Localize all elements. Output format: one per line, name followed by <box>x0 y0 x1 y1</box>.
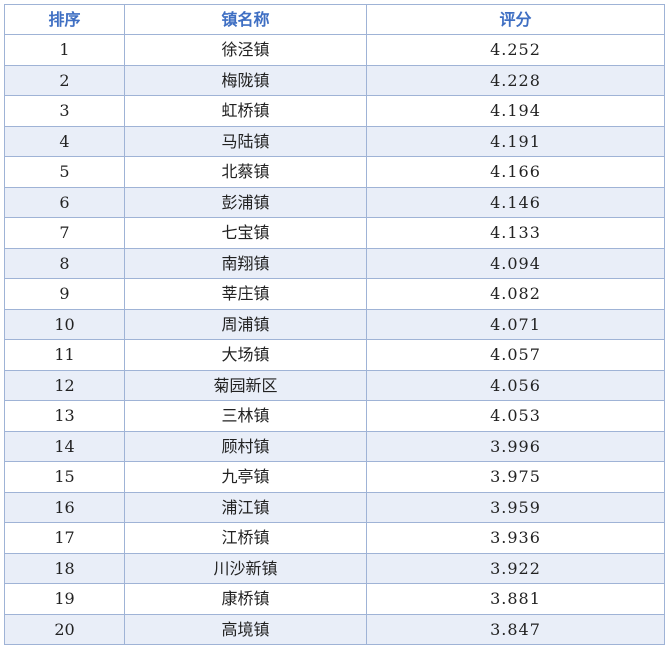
table-row: 17 江桥镇 3.936 <box>4 522 665 554</box>
cell-rank: 5 <box>4 156 125 188</box>
cell-rank: 11 <box>4 339 125 371</box>
cell-town-name: 徐泾镇 <box>124 34 367 66</box>
cell-town-name: 大场镇 <box>124 339 367 371</box>
cell-score: 4.133 <box>366 217 665 249</box>
cell-score: 4.194 <box>366 95 665 127</box>
cell-score: 3.996 <box>366 430 665 462</box>
cell-town-name: 虹桥镇 <box>124 95 367 127</box>
header-row: 排序 镇名称 评分 <box>4 4 665 35</box>
cell-score: 4.191 <box>366 125 665 157</box>
cell-rank: 2 <box>4 64 125 96</box>
cell-town-name: 江桥镇 <box>124 522 367 554</box>
cell-rank: 13 <box>4 400 125 432</box>
cell-rank: 8 <box>4 247 125 279</box>
table-row: 3 虹桥镇 4.194 <box>4 95 665 127</box>
cell-rank: 3 <box>4 95 125 127</box>
cell-score: 4.053 <box>366 400 665 432</box>
cell-rank: 16 <box>4 491 125 523</box>
table-row: 19 康桥镇 3.881 <box>4 583 665 615</box>
table-row: 9 莘庄镇 4.082 <box>4 278 665 310</box>
cell-score: 4.082 <box>366 278 665 310</box>
table-row: 5 北蔡镇 4.166 <box>4 156 665 188</box>
cell-score: 3.922 <box>366 552 665 584</box>
cell-score: 4.094 <box>366 247 665 279</box>
column-header-rank: 排序 <box>4 4 125 35</box>
cell-town-name: 浦江镇 <box>124 491 367 523</box>
cell-rank: 12 <box>4 369 125 401</box>
table-row: 8 南翔镇 4.094 <box>4 247 665 279</box>
cell-rank: 19 <box>4 583 125 615</box>
cell-town-name: 菊园新区 <box>124 369 367 401</box>
table-row: 4 马陆镇 4.191 <box>4 125 665 157</box>
cell-rank: 15 <box>4 461 125 493</box>
cell-town-name: 康桥镇 <box>124 583 367 615</box>
cell-town-name: 梅陇镇 <box>124 64 367 96</box>
cell-score: 3.881 <box>366 583 665 615</box>
cell-town-name: 彭浦镇 <box>124 186 367 218</box>
cell-town-name: 南翔镇 <box>124 247 367 279</box>
table-row: 12 菊园新区 4.056 <box>4 369 665 401</box>
cell-town-name: 川沙新镇 <box>124 552 367 584</box>
cell-town-name: 高境镇 <box>124 613 367 645</box>
cell-town-name: 周浦镇 <box>124 308 367 340</box>
cell-rank: 1 <box>4 34 125 66</box>
table-row: 7 七宝镇 4.133 <box>4 217 665 249</box>
cell-score: 4.071 <box>366 308 665 340</box>
cell-score: 4.252 <box>366 34 665 66</box>
cell-rank: 4 <box>4 125 125 157</box>
cell-town-name: 北蔡镇 <box>124 156 367 188</box>
cell-rank: 9 <box>4 278 125 310</box>
cell-town-name: 七宝镇 <box>124 217 367 249</box>
cell-rank: 20 <box>4 613 125 645</box>
table-body: 1 徐泾镇 4.252 2 梅陇镇 4.228 3 虹桥镇 4.194 4 马陆镇 4.191 … <box>4 34 665 645</box>
column-header-score: 评分 <box>366 4 665 35</box>
table-row: 20 高境镇 3.847 <box>4 613 665 645</box>
cell-town-name: 三林镇 <box>124 400 367 432</box>
cell-town-name: 顾村镇 <box>124 430 367 462</box>
table-row: 10 周浦镇 4.071 <box>4 308 665 340</box>
table-row: 15 九亭镇 3.975 <box>4 461 665 493</box>
table-row: 2 梅陇镇 4.228 <box>4 64 665 96</box>
cell-score: 4.166 <box>366 156 665 188</box>
cell-rank: 7 <box>4 217 125 249</box>
cell-town-name: 莘庄镇 <box>124 278 367 310</box>
cell-score: 3.975 <box>366 461 665 493</box>
table-row: 16 浦江镇 3.959 <box>4 491 665 523</box>
cell-rank: 10 <box>4 308 125 340</box>
cell-town-name: 九亭镇 <box>124 461 367 493</box>
table-header: 排序 镇名称 评分 <box>4 4 665 35</box>
cell-score: 4.146 <box>366 186 665 218</box>
table-row: 18 川沙新镇 3.922 <box>4 552 665 584</box>
cell-score: 4.056 <box>366 369 665 401</box>
cell-score: 4.228 <box>366 64 665 96</box>
cell-rank: 14 <box>4 430 125 462</box>
cell-rank: 17 <box>4 522 125 554</box>
ranking-table: 排序 镇名称 评分 1 徐泾镇 4.252 2 梅陇镇 4.228 3 虹桥镇 4.194 … <box>4 4 665 645</box>
cell-town-name: 马陆镇 <box>124 125 367 157</box>
table-row: 6 彭浦镇 4.146 <box>4 186 665 218</box>
ranking-table-container: 排序 镇名称 评分 1 徐泾镇 4.252 2 梅陇镇 4.228 3 虹桥镇 4.194 … <box>4 4 665 645</box>
cell-score: 4.057 <box>366 339 665 371</box>
cell-rank: 6 <box>4 186 125 218</box>
table-row: 13 三林镇 4.053 <box>4 400 665 432</box>
table-row: 1 徐泾镇 4.252 <box>4 34 665 66</box>
column-header-town-name: 镇名称 <box>124 4 367 35</box>
cell-rank: 18 <box>4 552 125 584</box>
table-row: 11 大场镇 4.057 <box>4 339 665 371</box>
table-row: 14 顾村镇 3.996 <box>4 430 665 462</box>
cell-score: 3.959 <box>366 491 665 523</box>
cell-score: 3.936 <box>366 522 665 554</box>
cell-score: 3.847 <box>366 613 665 645</box>
